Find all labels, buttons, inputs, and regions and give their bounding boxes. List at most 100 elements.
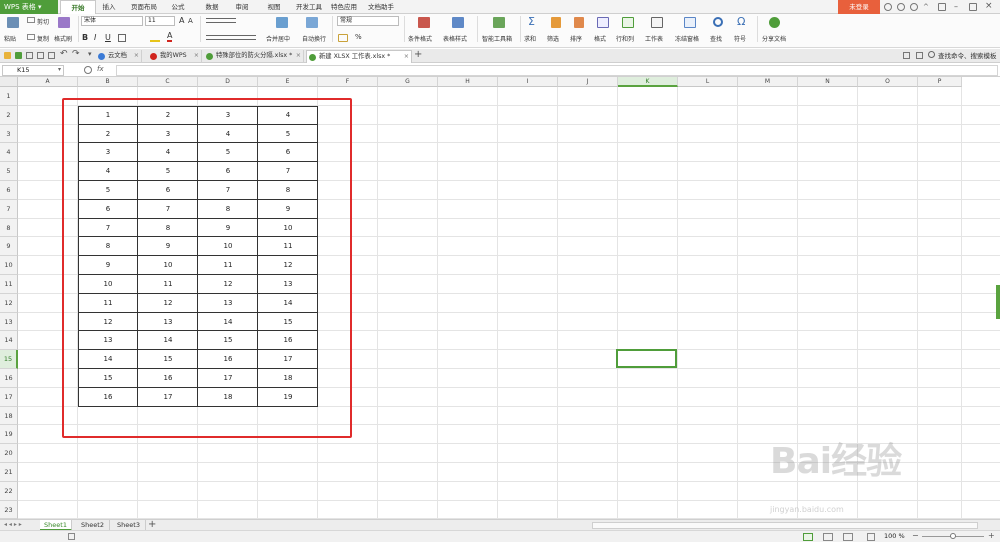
- side-panel-grip[interactable]: [996, 285, 1000, 319]
- column-header-I[interactable]: I: [498, 77, 558, 87]
- column-header-A[interactable]: A: [18, 77, 78, 87]
- row-header-19[interactable]: 19: [0, 425, 18, 445]
- worksheet-button[interactable]: 工作表: [645, 34, 663, 43]
- row-header-11[interactable]: 11: [0, 275, 18, 294]
- zoom-slider-thumb[interactable]: [950, 533, 956, 539]
- find-icon[interactable]: [713, 17, 723, 27]
- filter-icon[interactable]: [551, 17, 561, 28]
- column-header-C[interactable]: C: [138, 77, 198, 87]
- tab-list-icon[interactable]: [903, 52, 910, 59]
- align-top-icons[interactable]: [206, 18, 236, 23]
- column-header-D[interactable]: D: [198, 77, 258, 87]
- cut-button[interactable]: 剪切: [37, 17, 49, 26]
- open-folder-icon[interactable]: [4, 52, 11, 59]
- menu-tab-0[interactable]: 开始: [60, 0, 96, 14]
- close-icon[interactable]: ×: [985, 1, 993, 11]
- currency-icon[interactable]: [338, 34, 348, 42]
- column-header-F[interactable]: F: [318, 77, 378, 87]
- command-search[interactable]: 查找命令、搜索模板: [938, 50, 997, 60]
- table-style-button[interactable]: 表格样式: [443, 34, 467, 43]
- font-grow-icon[interactable]: A: [179, 16, 184, 25]
- table-style-icon[interactable]: [452, 17, 464, 28]
- print-preview-icon[interactable]: [26, 52, 33, 59]
- undo-icon[interactable]: ↶: [60, 49, 68, 59]
- row-header-12[interactable]: 12: [0, 293, 18, 313]
- row-header-6[interactable]: 6: [0, 181, 18, 200]
- column-header-K[interactable]: K: [618, 77, 678, 87]
- column-header-O[interactable]: O: [858, 77, 918, 87]
- sort-button[interactable]: 排序: [570, 34, 582, 43]
- doc-tab-1[interactable]: 我的WPS ×: [148, 50, 202, 63]
- zoom-search-icon[interactable]: [84, 66, 92, 74]
- macro-icon[interactable]: [68, 533, 75, 540]
- menu-tab-4[interactable]: 数据: [196, 0, 228, 14]
- conditional-format-button[interactable]: 条件格式: [408, 34, 432, 43]
- column-header-P[interactable]: P: [918, 77, 962, 87]
- fill-color-icon[interactable]: [150, 34, 160, 42]
- font-shrink-icon[interactable]: A: [188, 17, 193, 25]
- wrap-text-icon[interactable]: [306, 17, 318, 28]
- row-header-22[interactable]: 22: [0, 481, 18, 501]
- sum-button[interactable]: 求和: [524, 34, 536, 43]
- formula-input[interactable]: [116, 65, 998, 76]
- row-header-3[interactable]: 3: [0, 124, 18, 144]
- menu-tab-8[interactable]: 特色应用: [328, 0, 360, 14]
- name-box-dropdown-icon[interactable]: ▾: [58, 66, 61, 73]
- menu-tab-2[interactable]: 页面布局: [125, 0, 163, 14]
- italic-button[interactable]: I: [94, 33, 96, 42]
- smart-toolbox-icon[interactable]: [493, 17, 505, 28]
- font-color-icon[interactable]: A: [167, 32, 173, 42]
- row-header-8[interactable]: 8: [0, 218, 18, 238]
- print-icon[interactable]: [37, 52, 44, 59]
- quick-access-dropdown-icon[interactable]: ▾: [88, 50, 92, 58]
- share-icon[interactable]: [769, 17, 780, 28]
- row-header-13[interactable]: 13: [0, 312, 18, 332]
- collapse-icon[interactable]: ^: [923, 3, 931, 11]
- page-break-icon[interactable]: [843, 533, 853, 541]
- underline-button[interactable]: U: [105, 33, 111, 42]
- row-header-15[interactable]: 15: [0, 350, 18, 369]
- row-header-21[interactable]: 21: [0, 463, 18, 482]
- wrap-text-button[interactable]: 自动换行: [302, 34, 326, 43]
- select-all-corner[interactable]: [0, 77, 18, 87]
- zoom-level[interactable]: 100 %: [884, 532, 905, 540]
- column-header-H[interactable]: H: [438, 77, 498, 87]
- align-horizontal-icons[interactable]: [206, 35, 256, 40]
- doc-tab-0[interactable]: 云文档 ×: [96, 50, 142, 63]
- paste-icon[interactable]: [7, 17, 19, 28]
- maximize-icon[interactable]: [969, 3, 977, 11]
- row-header-7[interactable]: 7: [0, 199, 18, 219]
- filter-button[interactable]: 筛选: [547, 34, 559, 43]
- row-header-20[interactable]: 20: [0, 444, 18, 463]
- column-header-M[interactable]: M: [738, 77, 798, 87]
- merge-center-button[interactable]: 合并居中: [266, 34, 290, 43]
- find-button[interactable]: 查找: [710, 34, 722, 43]
- font-size-select[interactable]: 11: [145, 16, 175, 26]
- login-button[interactable]: 未登录: [838, 0, 880, 14]
- sort-icon[interactable]: [574, 17, 584, 28]
- column-header-G[interactable]: G: [378, 77, 438, 87]
- close-tab-icon[interactable]: ×: [134, 50, 139, 62]
- row-col-icon[interactable]: [622, 17, 634, 28]
- doc-tab-3[interactable]: 新建 XLSX 工作表.xlsx * ×: [306, 50, 412, 63]
- copy-button[interactable]: 复制: [37, 34, 49, 43]
- number-format-select[interactable]: 常规: [337, 16, 399, 26]
- freeze-panes-button[interactable]: 冻结窗格: [675, 34, 699, 43]
- menu-tab-7[interactable]: 开发工具: [293, 0, 325, 14]
- menu-tab-1[interactable]: 插入: [97, 0, 121, 14]
- smart-toolbox-button[interactable]: 智能工具箱: [482, 34, 512, 43]
- row-header-5[interactable]: 5: [0, 162, 18, 181]
- zoom-in-button[interactable]: +: [988, 531, 995, 540]
- skin-icon[interactable]: [884, 3, 892, 11]
- sum-icon[interactable]: Σ: [528, 15, 535, 28]
- row-header-17[interactable]: 17: [0, 387, 18, 407]
- menu-tab-3[interactable]: 公式: [167, 0, 189, 14]
- row-col-button[interactable]: 行和列: [616, 34, 634, 43]
- close-tab-icon[interactable]: ×: [404, 51, 409, 63]
- freeze-panes-icon[interactable]: [684, 17, 696, 28]
- row-header-16[interactable]: 16: [0, 369, 18, 388]
- fullscreen-icon[interactable]: [867, 533, 875, 541]
- row-header-14[interactable]: 14: [0, 331, 18, 351]
- page-layout-icon[interactable]: [823, 533, 833, 541]
- row-header-10[interactable]: 10: [0, 256, 18, 275]
